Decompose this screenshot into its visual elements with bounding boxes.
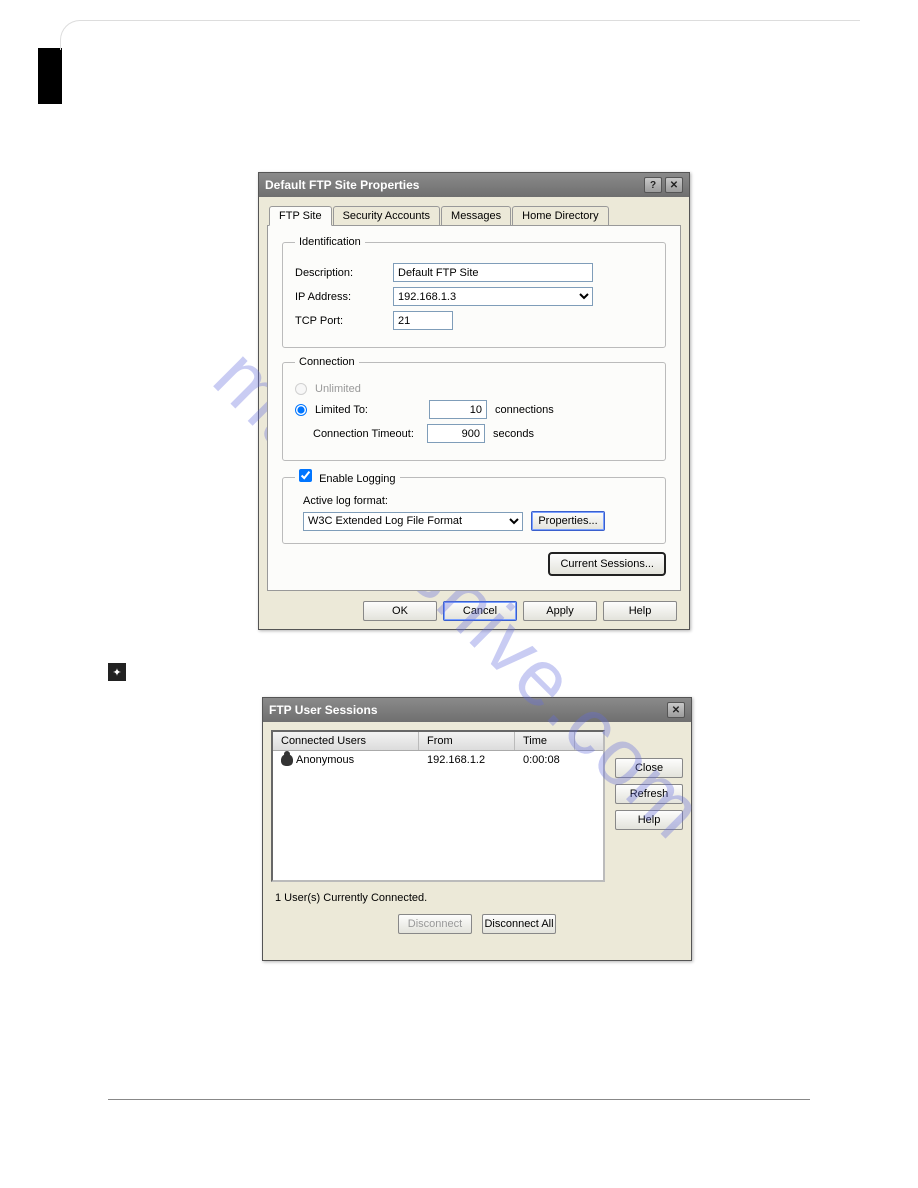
ftp-properties-dialog: Default FTP Site Properties ? ✕ FTP Site… — [258, 172, 690, 630]
limited-input[interactable] — [429, 400, 487, 419]
close-icon[interactable]: ✕ — [665, 177, 683, 193]
disconnect-button: Disconnect — [398, 914, 472, 934]
titlebar[interactable]: FTP User Sessions ✕ — [263, 698, 691, 722]
tab-home-directory[interactable]: Home Directory — [512, 206, 608, 226]
tab-messages[interactable]: Messages — [441, 206, 511, 226]
page-footer-rule — [108, 1099, 810, 1100]
cell-user: Anonymous — [296, 754, 354, 766]
limited-radio[interactable] — [295, 404, 307, 416]
tab-security-accounts[interactable]: Security Accounts — [333, 206, 440, 226]
ip-select[interactable]: 192.168.1.3 — [393, 287, 593, 306]
properties-button[interactable]: Properties... — [531, 511, 605, 531]
help-button[interactable]: Help — [615, 810, 683, 830]
col-users[interactable]: Connected Users — [273, 732, 419, 750]
disconnect-all-button[interactable]: Disconnect All — [482, 914, 556, 934]
current-sessions-button[interactable]: Current Sessions... — [548, 552, 666, 576]
timeout-input[interactable] — [427, 424, 485, 443]
ok-button[interactable]: OK — [363, 601, 437, 621]
refresh-button[interactable]: Refresh — [615, 784, 683, 804]
connection-legend: Connection — [295, 356, 359, 368]
help-button[interactable]: Help — [603, 601, 677, 621]
unlimited-radio — [295, 383, 307, 395]
close-button[interactable]: Close — [615, 758, 683, 778]
identification-group: Identification Description: IP Address: … — [282, 236, 666, 348]
col-from[interactable]: From — [419, 732, 515, 750]
port-input[interactable] — [393, 311, 453, 330]
active-format-label: Active log format: — [303, 495, 653, 507]
note-icon: ✦ — [108, 663, 126, 681]
cell-time: 0:00:08 — [515, 753, 575, 767]
help-icon[interactable]: ? — [644, 177, 662, 193]
logging-group: Enable Logging Active log format: W3C Ex… — [282, 469, 666, 544]
dialog-title: FTP User Sessions — [269, 703, 378, 717]
unlimited-label: Unlimited — [315, 383, 361, 395]
port-label: TCP Port: — [295, 315, 385, 327]
timeout-unit: seconds — [493, 428, 534, 440]
titlebar[interactable]: Default FTP Site Properties ? ✕ — [259, 173, 689, 197]
list-header: Connected Users From Time — [273, 732, 603, 751]
status-text: 1 User(s) Currently Connected. — [275, 892, 683, 904]
list-row[interactable]: Anonymous 192.168.1.2 0:00:08 — [273, 751, 603, 769]
log-format-select[interactable]: W3C Extended Log File Format — [303, 512, 523, 531]
ftp-user-sessions-dialog: FTP User Sessions ✕ Connected Users From… — [262, 697, 692, 961]
apply-button[interactable]: Apply — [523, 601, 597, 621]
page-marker — [38, 48, 62, 104]
close-icon[interactable]: ✕ — [667, 702, 685, 718]
user-icon — [281, 754, 293, 766]
col-time[interactable]: Time — [515, 732, 575, 750]
tab-ftp-site[interactable]: FTP Site — [269, 206, 332, 226]
timeout-label: Connection Timeout: — [313, 428, 419, 440]
limited-unit: connections — [495, 404, 554, 416]
enable-logging-label: Enable Logging — [319, 473, 395, 485]
cancel-button[interactable]: Cancel — [443, 601, 517, 621]
sessions-list[interactable]: Connected Users From Time Anonymous 192.… — [271, 730, 605, 882]
identification-legend: Identification — [295, 236, 365, 248]
cell-from: 192.168.1.2 — [419, 753, 515, 767]
page-border — [60, 20, 860, 50]
ip-label: IP Address: — [295, 291, 385, 303]
description-input[interactable] — [393, 263, 593, 282]
description-label: Description: — [295, 267, 385, 279]
connection-group: Connection Unlimited Limited To: connect… — [282, 356, 666, 461]
limited-label: Limited To: — [315, 404, 421, 416]
enable-logging-checkbox[interactable] — [299, 469, 312, 482]
dialog-title: Default FTP Site Properties — [265, 178, 419, 192]
